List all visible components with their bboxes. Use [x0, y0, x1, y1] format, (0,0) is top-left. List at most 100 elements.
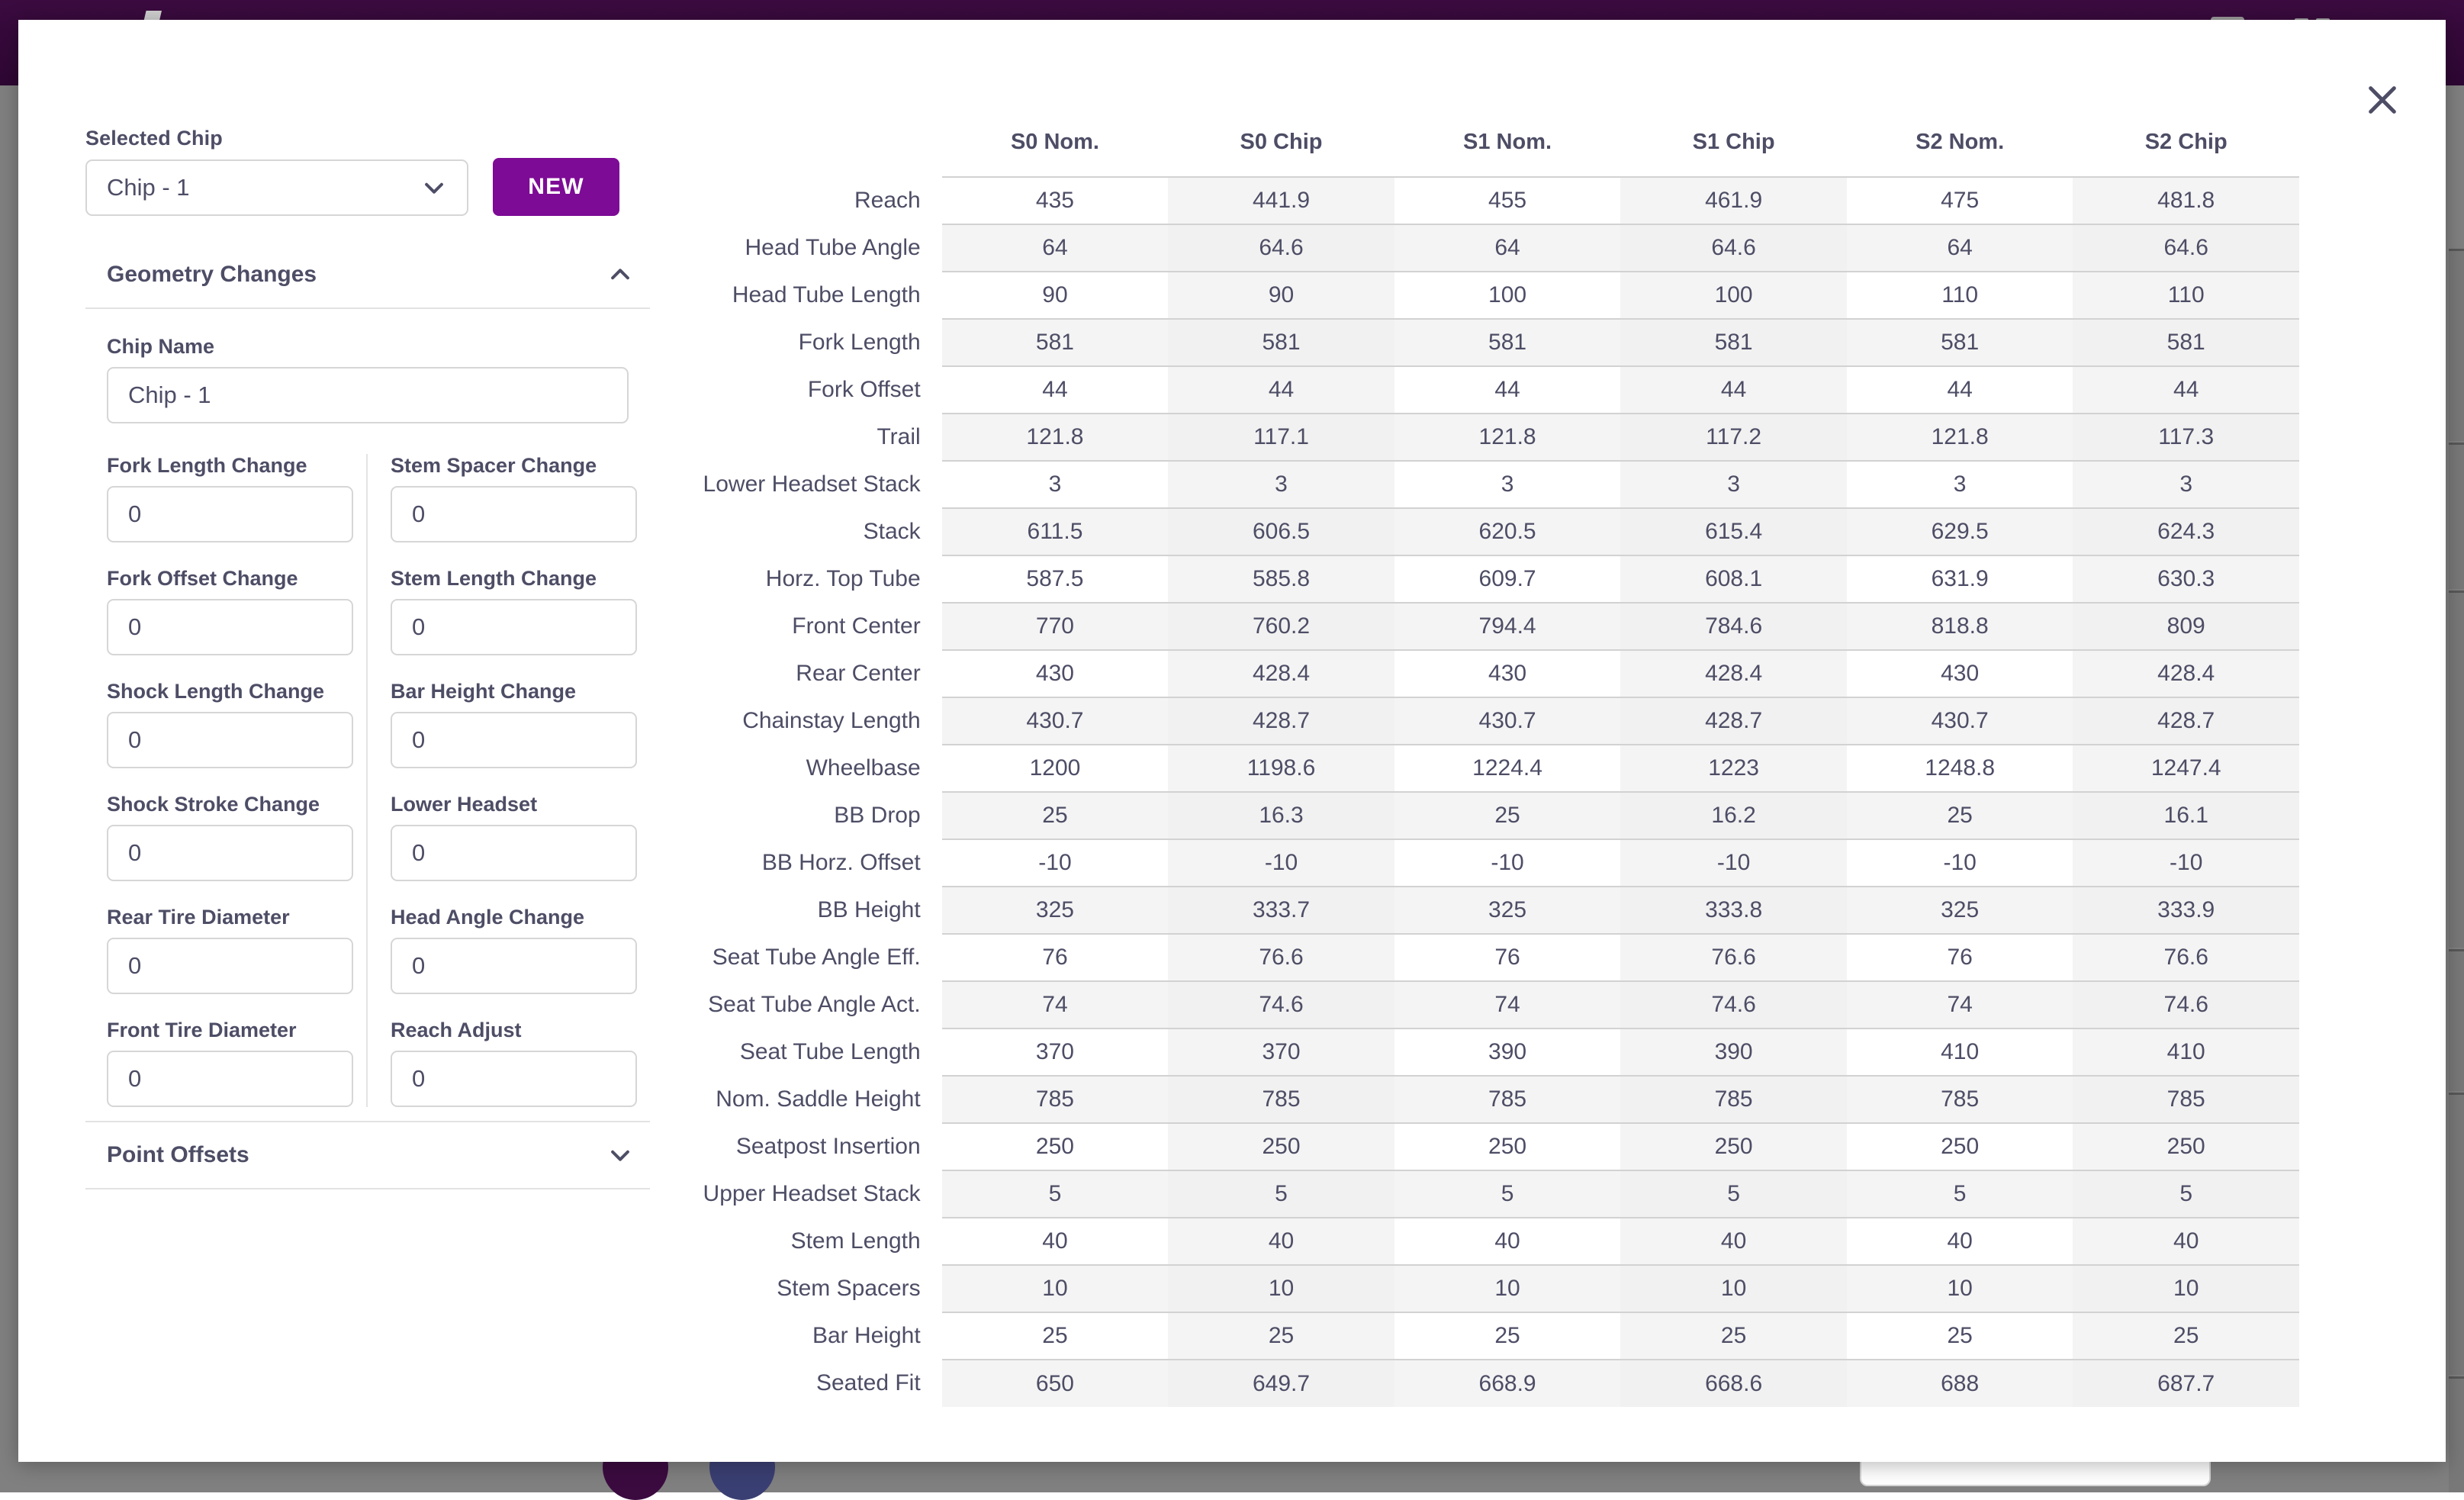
table-row-label: Seat Tube Length [659, 1028, 942, 1076]
new-chip-button[interactable]: NEW [493, 158, 619, 216]
stem-length-change-input[interactable]: 0 [391, 599, 637, 655]
table-cell: 25 [1847, 792, 2073, 839]
table-row-label: Lower Headset Stack [659, 461, 942, 508]
field-label: Stem Spacer Change [391, 454, 629, 478]
table-cell: 10 [1394, 1265, 1621, 1312]
selected-chip-select[interactable]: Chip - 1 [85, 159, 468, 216]
table-cell: 430 [1394, 650, 1621, 697]
table-row: Trail121.8117.1121.8117.2121.8117.3 [659, 414, 2299, 461]
reach-adjust-input[interactable]: 0 [391, 1051, 637, 1107]
table-cell: 325 [1394, 887, 1621, 934]
table-cell: 40 [1168, 1218, 1394, 1265]
table-cell: 44 [942, 366, 1169, 414]
table-row-label: BB Drop [659, 792, 942, 839]
head-angle-change-input[interactable]: 0 [391, 938, 637, 994]
table-row-label: Head Tube Angle [659, 224, 942, 272]
table-cell: 587.5 [942, 555, 1169, 603]
chip-editor-modal: Selected Chip Chip - 1 NEW Geometry Chan… [18, 20, 2446, 1462]
table-cell: 90 [1168, 272, 1394, 319]
table-cell: 74 [1847, 981, 2073, 1028]
field-stem-length-change: Stem Length Change 0 [391, 567, 629, 655]
table-cell: -10 [1847, 839, 2073, 887]
table-cell: 40 [1620, 1218, 1847, 1265]
table-cell: 630.3 [2073, 555, 2299, 603]
front-tire-diameter-input[interactable]: 0 [107, 1051, 353, 1107]
rear-tire-diameter-input[interactable]: 0 [107, 938, 353, 994]
table-cell: 581 [1394, 319, 1621, 366]
stem-spacer-change-input[interactable]: 0 [391, 486, 637, 542]
table-cell: 390 [1394, 1028, 1621, 1076]
field-label: Fork Offset Change [107, 567, 343, 591]
field-rear-tire-diameter: Rear Tire Diameter 0 [107, 906, 343, 994]
table-row-label: Stem Length [659, 1218, 942, 1265]
table-cell: 688 [1847, 1360, 2073, 1407]
table-cell: 481.8 [2073, 177, 2299, 224]
fork-length-change-input[interactable]: 0 [107, 486, 353, 542]
table-cell: 620.5 [1394, 508, 1621, 555]
table-row-label: Horz. Top Tube [659, 555, 942, 603]
table-cell: 64.6 [1168, 224, 1394, 272]
chip-name-input[interactable]: Chip - 1 [107, 367, 629, 423]
table-cell: 1198.6 [1168, 745, 1394, 792]
table-cell: 250 [1620, 1123, 1847, 1170]
bar-height-change-input[interactable]: 0 [391, 712, 637, 768]
table-row: Seat Tube Angle Eff.7676.67676.67676.6 [659, 934, 2299, 981]
table-body: Reach435441.9455461.9475481.8Head Tube A… [659, 177, 2299, 1407]
table-cell: 250 [1847, 1123, 2073, 1170]
table-cell: 74.6 [2073, 981, 2299, 1028]
table-cell: 687.7 [2073, 1360, 2299, 1407]
table-cell: 410 [1847, 1028, 2073, 1076]
geometry-comparison-table: S0 Nom.S0 ChipS1 Nom.S1 ChipS2 Nom.S2 Ch… [659, 125, 2299, 1407]
table-header-s1-chip: S1 Chip [1620, 125, 1847, 177]
table-cell: 10 [1168, 1265, 1394, 1312]
table-cell: 44 [1394, 366, 1621, 414]
table-row-label: Trail [659, 414, 942, 461]
table-cell: 370 [1168, 1028, 1394, 1076]
table-row: Seat Tube Angle Act.7474.67474.67474.6 [659, 981, 2299, 1028]
table-cell: 1248.8 [1847, 745, 2073, 792]
close-button[interactable] [2357, 75, 2408, 125]
field-fork-length-change: Fork Length Change 0 [107, 454, 343, 542]
table-row-label: Seated Fit [659, 1360, 942, 1407]
background-scrollbar-segment[interactable] [2449, 1376, 2464, 1492]
table-cell: 64.6 [1620, 224, 1847, 272]
point-offsets-header[interactable]: Point Offsets [85, 1122, 650, 1188]
background-scrollbar-segment[interactable] [2449, 949, 2464, 1091]
table-cell: 785 [1847, 1076, 2073, 1123]
geometry-changes-header[interactable]: Geometry Changes [85, 242, 650, 307]
table-cell: 428.7 [1620, 697, 1847, 745]
table-cell: -10 [1620, 839, 1847, 887]
table-row: Stack611.5606.5620.5615.4629.5624.3 [659, 508, 2299, 555]
table-row: Bar Height252525252525 [659, 1312, 2299, 1360]
table-cell: 1223 [1620, 745, 1847, 792]
lower-headset-input[interactable]: 0 [391, 825, 637, 881]
table-cell: 5 [2073, 1170, 2299, 1218]
table-cell: 90 [942, 272, 1169, 319]
chevron-down-icon [421, 175, 447, 201]
table-cell: 74 [1394, 981, 1621, 1028]
selected-chip-group: Selected Chip Chip - 1 [85, 127, 468, 216]
table-row: Lower Headset Stack333333 [659, 461, 2299, 508]
fork-offset-change-input[interactable]: 0 [107, 599, 353, 655]
background-scrollbar-segment[interactable] [2449, 1093, 2464, 1375]
table-row: Head Tube Length9090100100110110 [659, 272, 2299, 319]
table-cell: 430.7 [942, 697, 1169, 745]
table-row: Fork Length581581581581581581 [659, 319, 2299, 366]
table-row-label: Seat Tube Angle Act. [659, 981, 942, 1028]
table-cell: 110 [2073, 272, 2299, 319]
table-cell: 44 [1847, 366, 2073, 414]
table-row: Fork Offset444444444444 [659, 366, 2299, 414]
background-scrollbar-segment[interactable] [2449, 249, 2464, 441]
background-scrollbar-segment[interactable] [2449, 591, 2464, 948]
table-cell: 581 [1168, 319, 1394, 366]
table-cell: 760.2 [1168, 603, 1394, 650]
shock-length-change-input[interactable]: 0 [107, 712, 353, 768]
table-cell: 785 [942, 1076, 1169, 1123]
table-cell: 585.8 [1168, 555, 1394, 603]
shock-stroke-change-input[interactable]: 0 [107, 825, 353, 881]
field-label: Shock Length Change [107, 680, 343, 703]
background-scrollbar-segment[interactable] [2449, 443, 2464, 589]
table-cell: 785 [1394, 1076, 1621, 1123]
table-cell: 794.4 [1394, 603, 1621, 650]
table-row-label: Reach [659, 177, 942, 224]
